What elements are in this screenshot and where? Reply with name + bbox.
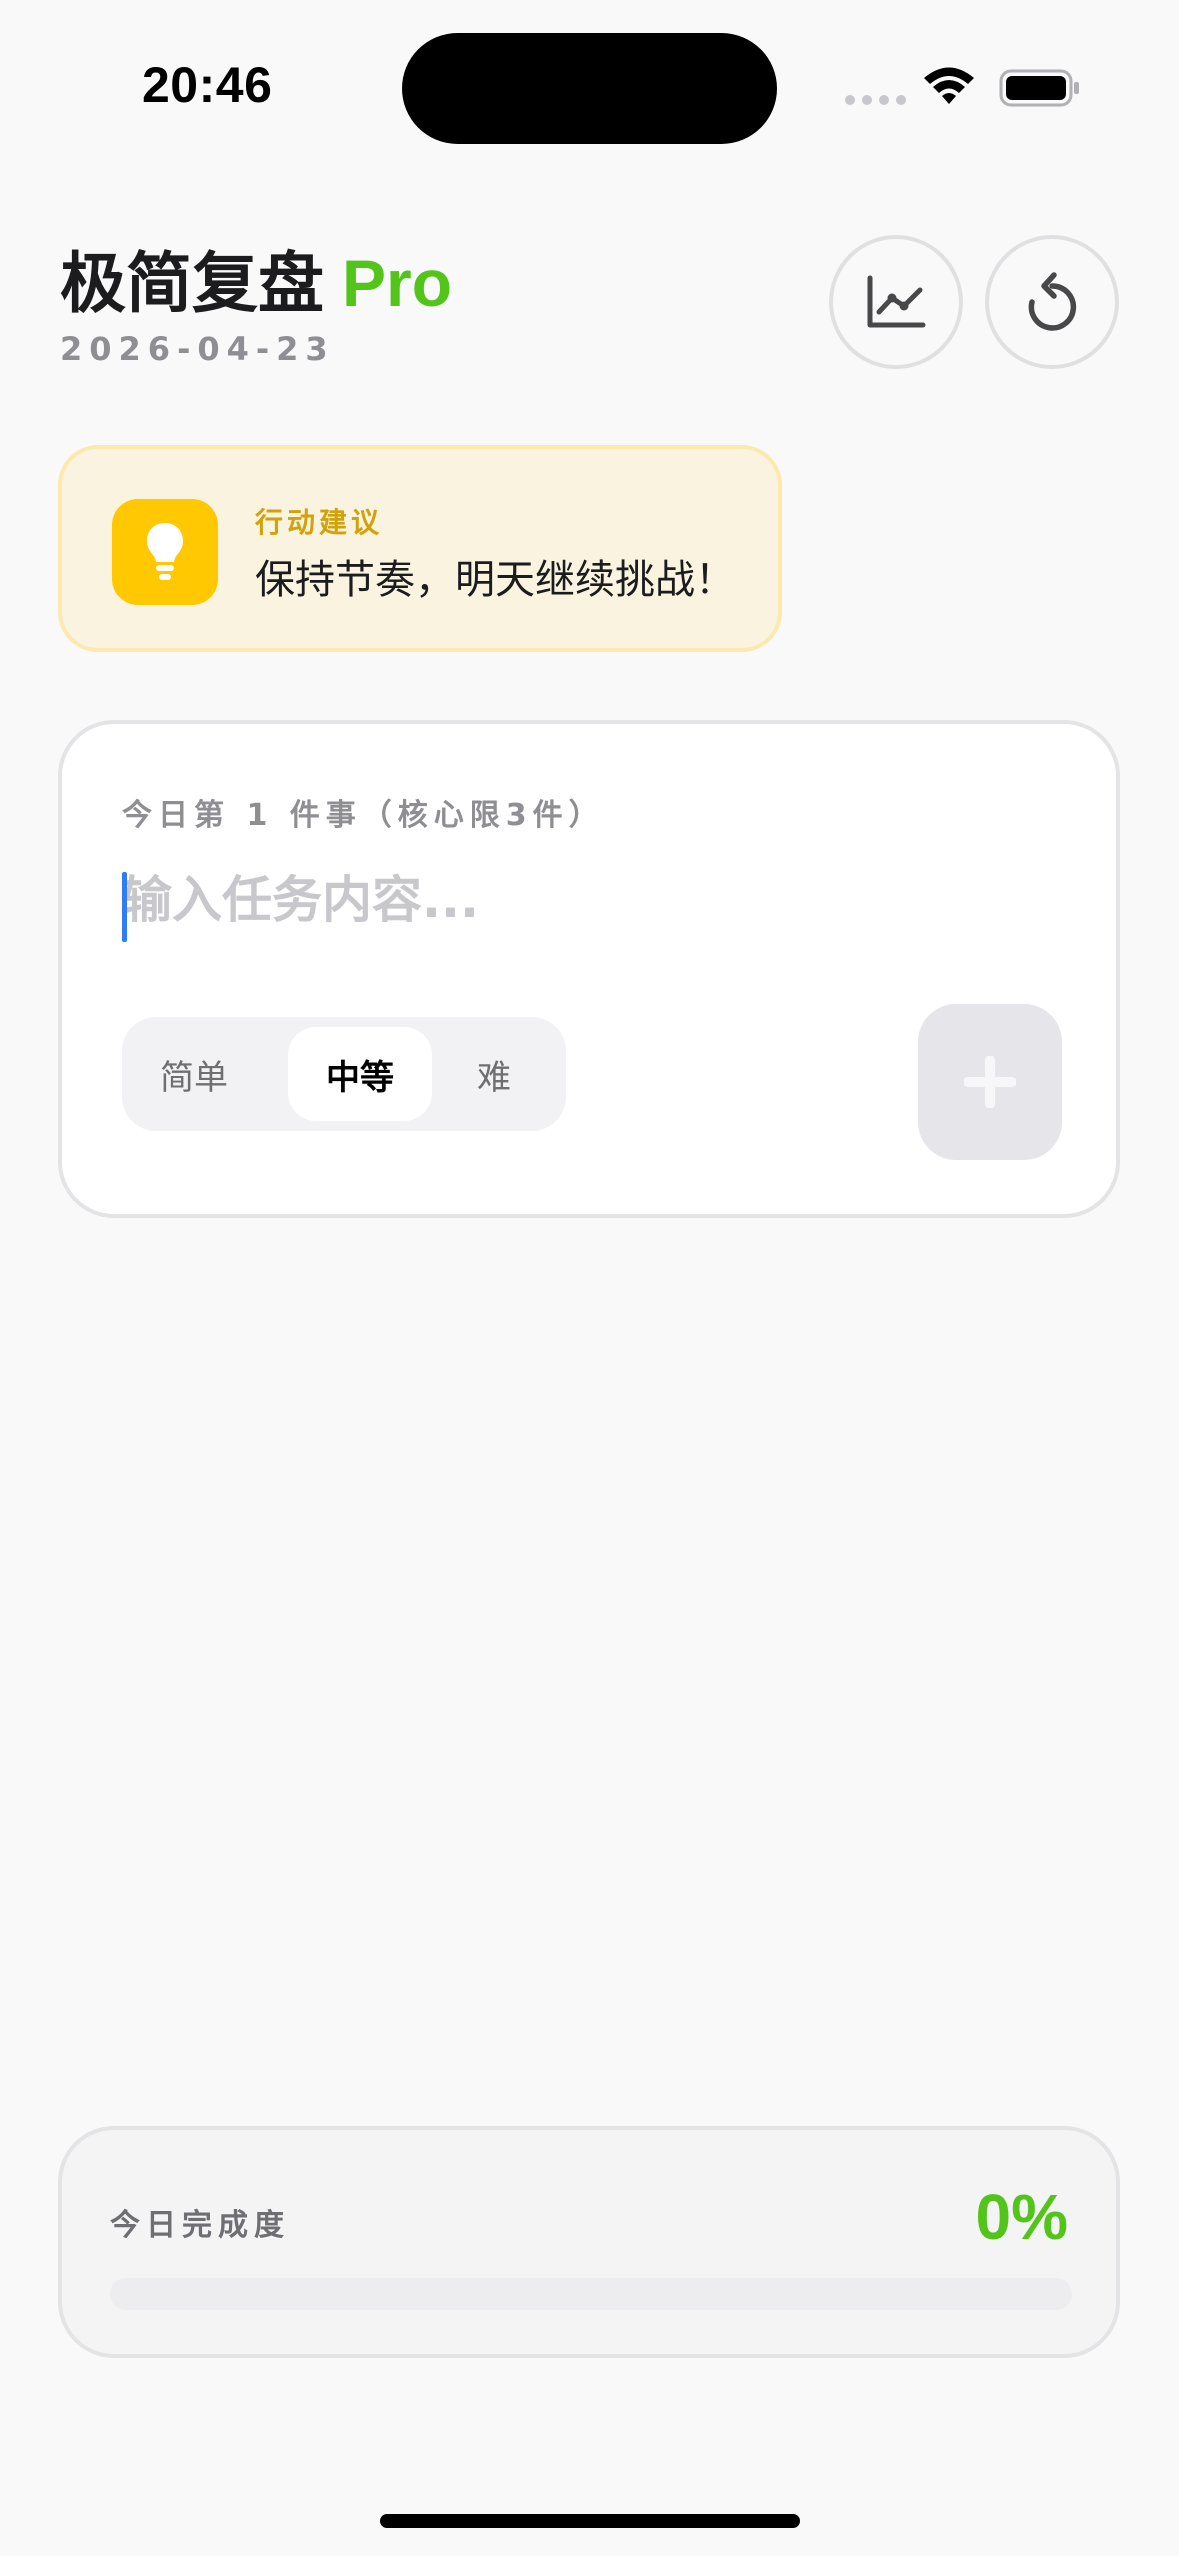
- progress-value: 0%: [975, 2181, 1069, 2253]
- daily-progress-card: 今日完成度 0%: [58, 2126, 1120, 2358]
- current-date: 2026-04-23: [60, 330, 335, 368]
- difficulty-option-hard[interactable]: 难: [422, 1027, 566, 1121]
- progress-label: 今日完成度: [110, 2208, 290, 2243]
- header: 极简复盘 Pro 2026-04-23: [60, 240, 452, 368]
- progress-bar: [110, 2278, 1072, 2310]
- line-chart-icon: [867, 275, 926, 328]
- battery-icon: [999, 69, 1079, 107]
- status-time: 20:46: [142, 57, 273, 113]
- rotate-ccw-icon: [1028, 272, 1077, 331]
- task-input-card: 今日第 1 件事（核心限3件） 简单 中等 难: [58, 720, 1120, 1218]
- text-caret: [122, 872, 127, 942]
- cellular-signal-icon: [845, 95, 907, 107]
- difficulty-option-easy[interactable]: 简单: [122, 1027, 266, 1121]
- difficulty-selector: 简单 中等 难: [122, 1017, 566, 1131]
- app-title: 极简复盘 Pro: [60, 240, 452, 326]
- app-screen: 20:46 极简复盘 Pro 2026-04-23 行动建议 保持节奏，明天继续…: [0, 0, 1179, 2556]
- add-task-button[interactable]: [918, 1004, 1062, 1160]
- reset-button[interactable]: [985, 235, 1119, 369]
- app-title-text: 极简复盘: [60, 246, 324, 320]
- advice-text: 保持节奏，明天继续挑战！: [255, 557, 735, 603]
- task-input[interactable]: [122, 864, 982, 936]
- advice-label: 行动建议: [255, 506, 384, 539]
- difficulty-option-medium[interactable]: 中等: [288, 1027, 432, 1121]
- task-count-label: 今日第 1 件事（核心限3件）: [122, 798, 605, 833]
- dynamic-island: [402, 33, 777, 144]
- lightbulb-icon: [112, 499, 218, 605]
- wifi-icon: [924, 67, 974, 104]
- pro-badge: Pro: [342, 246, 453, 320]
- stats-button[interactable]: [829, 235, 963, 369]
- plus-icon: [964, 1056, 1016, 1108]
- home-indicator[interactable]: [380, 2514, 800, 2528]
- advice-card: 行动建议 保持节奏，明天继续挑战！: [58, 445, 782, 652]
